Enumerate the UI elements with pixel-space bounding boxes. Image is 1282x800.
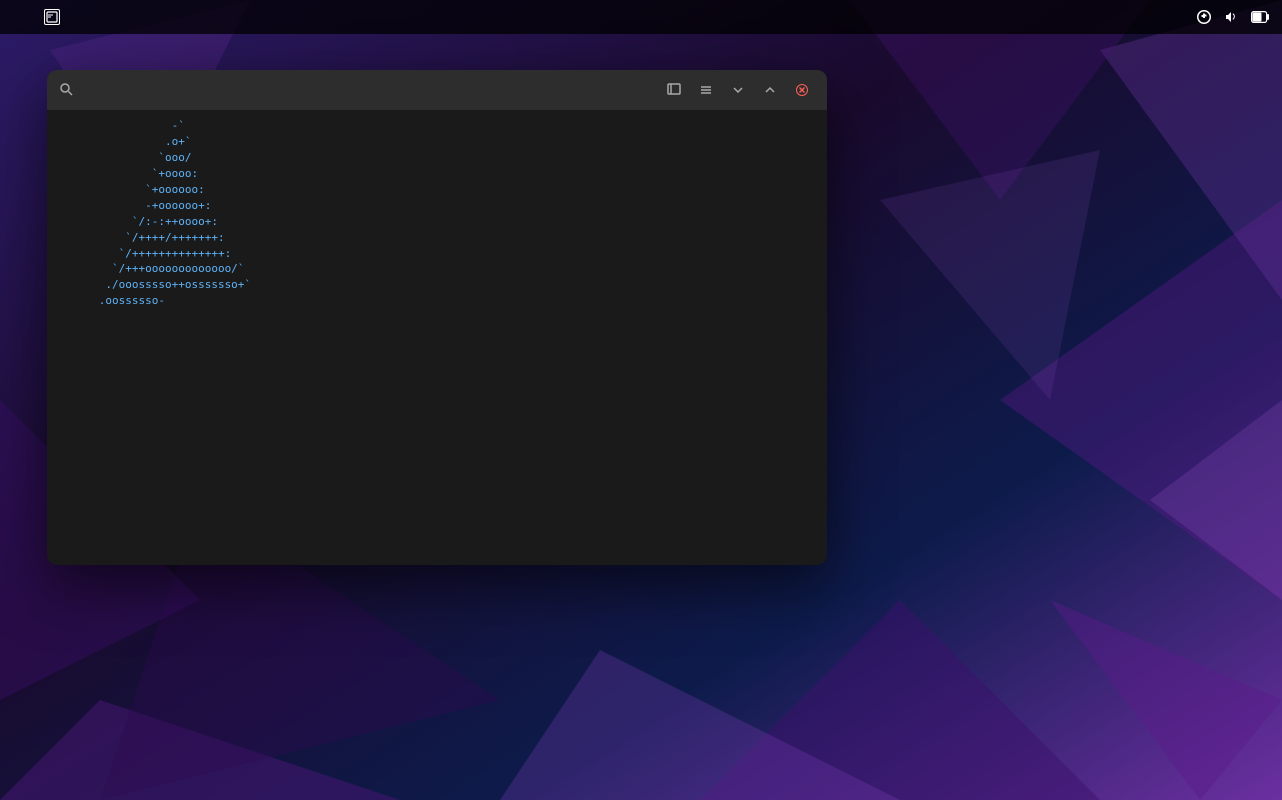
activities-button[interactable] xyxy=(0,0,32,34)
ascii-art: -` .o+` `ooo/ `+oooo: `+oooooo: -+oooooo… xyxy=(59,118,339,309)
battery-icon[interactable] xyxy=(1250,7,1270,27)
terminal-close-btn[interactable] xyxy=(789,77,815,103)
volume-icon[interactable] xyxy=(1222,7,1242,27)
console-icon xyxy=(44,9,60,25)
app-menu[interactable] xyxy=(32,0,78,34)
vpn-icon[interactable] xyxy=(1194,7,1214,27)
terminal-search-icon[interactable] xyxy=(59,82,73,99)
terminal-titlebar xyxy=(47,70,827,110)
terminal-window: -` .o+` `ooo/ `+oooo: `+oooooo: -+oooooo… xyxy=(47,70,827,565)
topbar-system-icons xyxy=(1194,7,1282,27)
terminal-body[interactable]: -` .o+` `ooo/ `+oooo: `+oooooo: -+oooooo… xyxy=(47,110,827,565)
terminal-scroll-down-btn[interactable] xyxy=(725,77,751,103)
terminal-controls xyxy=(661,77,815,103)
terminal-menu-btn[interactable] xyxy=(693,77,719,103)
topbar xyxy=(0,0,1282,34)
terminal-scroll-up-btn[interactable] xyxy=(757,77,783,103)
terminal-new-tab-btn[interactable] xyxy=(661,77,687,103)
